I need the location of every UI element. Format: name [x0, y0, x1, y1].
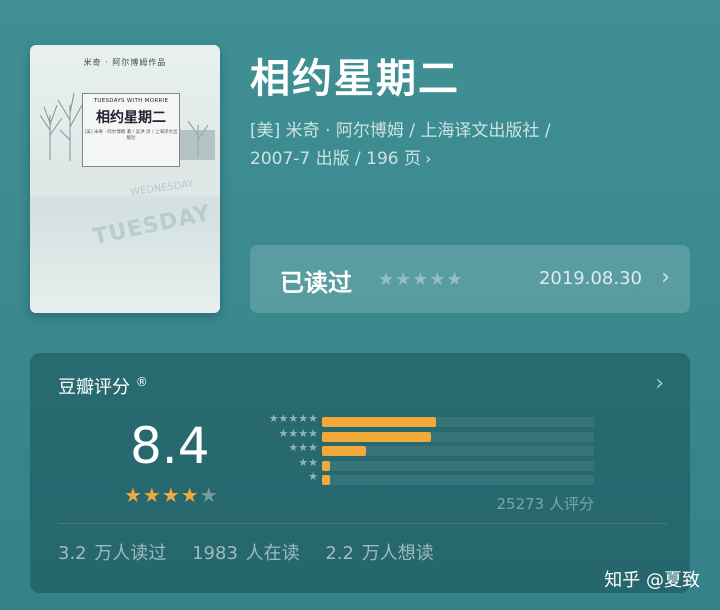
cover-english-title: TUESDAYS WITH MORRIE [93, 98, 169, 104]
book-meta[interactable]: [美] 米奇 · 阿尔博姆 / 上海译文出版社 / 2007-7 出版 / 19… [250, 118, 650, 173]
distribution-bar [322, 460, 331, 471]
distribution-stars: ★★★★★ [268, 412, 318, 425]
cover-snow-text: TUESDAY [90, 200, 214, 251]
distribution-bar [322, 446, 366, 456]
rating-title-text: 豆瓣评分 [58, 377, 130, 398]
distribution-track [322, 475, 594, 485]
distribution-row: ★ [242, 470, 602, 486]
stat-reading[interactable]: 1983 人在读 [192, 543, 300, 564]
watermark: 知乎 @夏致 [604, 570, 700, 591]
read-date: 2019.08.30 [538, 268, 642, 289]
read-status-label: 已读过 [280, 269, 352, 297]
rating-score: 8.4 [130, 417, 210, 475]
star-filled-icons: ★★★★ [124, 483, 200, 507]
chevron-right-icon: › [425, 149, 432, 168]
rating-stars: ★★★★★ [124, 483, 219, 507]
distribution-row: ★★★ [242, 441, 602, 457]
distribution-row: ★★ [242, 456, 602, 472]
distribution-bar [322, 431, 431, 442]
book-cover[interactable]: 米奇 · 阿尔博姆作品 TUESDAYS WITH MORRIE 相约星期二 [… [30, 45, 220, 313]
cover-series-text: 米奇 · 阿尔博姆作品 [83, 58, 167, 67]
distribution-track [322, 446, 594, 456]
registered-mark: ® [135, 375, 148, 389]
distribution-track [322, 431, 594, 442]
stat-want[interactable]: 2.2 万人想读 [325, 543, 433, 564]
reader-stats: 3.2 万人读过 1983 人在读 2.2 万人想读 [58, 539, 452, 565]
divider [58, 523, 668, 524]
rating-count: 25273 人评分 [496, 495, 595, 513]
rating-title: 豆瓣评分 ® [58, 373, 148, 399]
my-rating-stars[interactable]: ★★★★★ [378, 269, 464, 290]
book-meta-line2: 2007-7 出版 / 196 页 [250, 149, 422, 169]
distribution-stars: ★★★ [288, 441, 318, 454]
book-meta-line2-wrap: 2007-7 出版 / 196 页 › [250, 145, 650, 173]
cover-credits: [美] 米奇 · 阿尔博姆 著 / 吴洪 译 / 上海译文出版社 [84, 130, 178, 141]
chevron-right-icon: › [661, 265, 670, 290]
book-meta-line1: [美] 米奇 · 阿尔博姆 / 上海译文出版社 / [250, 121, 551, 141]
star-empty-icon: ★ [199, 483, 219, 507]
stat-read[interactable]: 3.2 万人读过 [58, 543, 166, 564]
douban-rating-card[interactable]: 豆瓣评分 ® › 8.4 ★★★★★ ★★★★★ ★★★★ ★★★ ★★ ★ 25273… [30, 353, 690, 593]
distribution-bar [322, 475, 331, 485]
distribution-bar [322, 417, 437, 427]
distribution-track [322, 460, 594, 471]
book-title: 相约星期二 [250, 56, 460, 102]
cover-chinese-title: 相约星期二 [96, 110, 166, 126]
chevron-right-icon[interactable]: › [655, 371, 664, 396]
cover-title-label: TUESDAYS WITH MORRIE 相约星期二 [美] 米奇 · 阿尔博姆… [82, 93, 180, 167]
distribution-stars: ★★★★ [278, 426, 318, 440]
read-status-card[interactable]: 已读过 ★★★★★ 2019.08.30 › [250, 245, 690, 313]
distribution-track [322, 417, 594, 427]
distribution-stars: ★★ [298, 455, 318, 469]
distribution-stars: ★ [308, 470, 318, 483]
